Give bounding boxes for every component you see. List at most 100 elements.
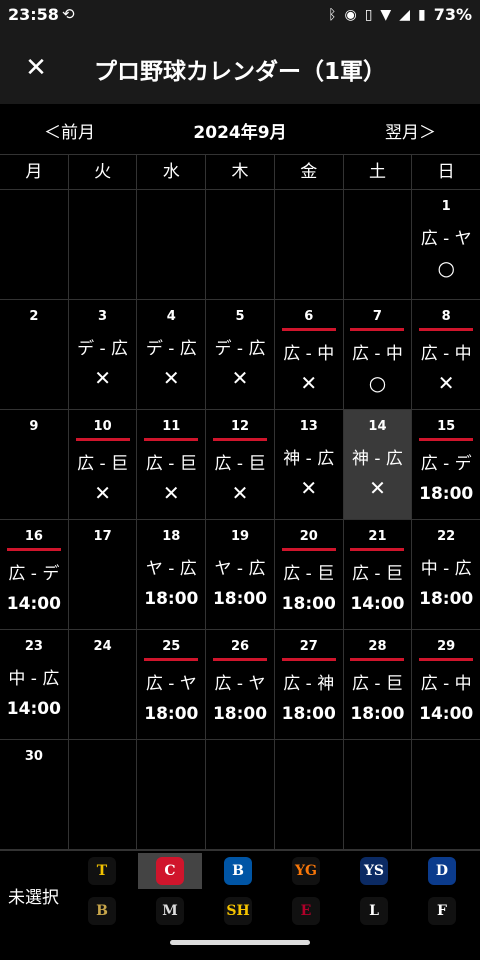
day-number: 23 xyxy=(24,639,43,654)
vibrate-icon: ▯ xyxy=(364,6,373,23)
game-time: 18:00 xyxy=(350,704,405,724)
day-cell[interactable]: 30 xyxy=(0,740,69,849)
game-time: 18:00 xyxy=(419,484,474,504)
battery-icon: ▮ xyxy=(417,6,426,23)
day-number: 18 xyxy=(162,529,181,544)
day-number: 6 xyxy=(281,308,336,331)
empty-cell xyxy=(344,190,413,299)
day-cell[interactable]: 26 広 - ヤ 18:00 xyxy=(206,630,275,739)
empty-cell xyxy=(412,740,480,849)
dragons-logo[interactable]: D xyxy=(410,853,474,889)
carp-logo-badge: C xyxy=(156,857,184,885)
day-cell[interactable]: 2 xyxy=(0,300,69,409)
status-time: 23:58 xyxy=(8,5,59,24)
close-icon[interactable]: ✕ xyxy=(16,46,56,90)
loss-mark: ✕ xyxy=(369,476,386,500)
lions-logo[interactable]: L xyxy=(342,893,406,929)
eagles-logo[interactable]: E xyxy=(274,893,338,929)
game-matchup: 広 - 巨 xyxy=(351,674,403,694)
day-cell[interactable]: 11 広 - 巨 ✕ xyxy=(137,410,207,519)
calendar-grid: 月 火 水 木 金 土 日 1広 - ヤ ○ 2 3 デ - 広 ✕ 4 デ - 広 ✕ 5 デ -… xyxy=(0,154,480,850)
game-time: 18:00 xyxy=(144,589,199,609)
month-navigation: ＜前月 2024年9月 翌月＞ xyxy=(0,104,480,154)
day-number: 5 xyxy=(235,309,245,324)
game-matchup: 中 - 広 xyxy=(420,559,472,579)
day-number: 22 xyxy=(437,529,456,544)
day-cell[interactable]: 18 ヤ - 広 18:00 xyxy=(137,520,207,629)
carp-logo[interactable]: C xyxy=(138,853,202,889)
baystars-logo[interactable]: B xyxy=(206,853,270,889)
wifi-icon: ▼ xyxy=(380,6,392,23)
weekday-sun: 日 xyxy=(437,162,455,182)
unselected-option[interactable]: 未選択 xyxy=(8,883,59,908)
day-cell[interactable]: 23 中 - 広 14:00 xyxy=(0,630,69,739)
day-cell[interactable]: 4 デ - 広 ✕ xyxy=(137,300,207,409)
day-cell[interactable]: 21 広 - 巨 14:00 xyxy=(344,520,413,629)
day-number: 2 xyxy=(29,309,39,324)
day-cell[interactable]: 25 広 - ヤ 18:00 xyxy=(137,630,207,739)
game-time: 18:00 xyxy=(281,704,336,724)
day-cell[interactable]: 5 デ - 広 ✕ xyxy=(206,300,275,409)
hawks-logo[interactable]: SH xyxy=(206,893,270,929)
empty-cell xyxy=(275,740,344,849)
empty-cell xyxy=(344,740,413,849)
swallows-logo-badge: YS xyxy=(360,857,388,885)
day-cell[interactable]: 27 広 - 神 18:00 xyxy=(275,630,344,739)
loss-mark: ✕ xyxy=(437,371,455,395)
game-time: 14:00 xyxy=(6,699,61,719)
buffaloes-logo-badge: B xyxy=(88,897,116,925)
eagles-logo-badge: E xyxy=(292,897,320,925)
day-cell[interactable]: 20 広 - 巨 18:00 xyxy=(275,520,344,629)
day-cell[interactable]: 28 広 - 巨 18:00 xyxy=(344,630,413,739)
day-cell[interactable]: 15 広 - デ 18:00 xyxy=(412,410,480,519)
game-matchup: デ - 広 xyxy=(214,339,266,359)
day-number: 16 xyxy=(6,528,61,551)
day-cell[interactable]: 8 広 - 中 ✕ xyxy=(412,300,480,409)
day-cell[interactable]: 29 広 - 中 14:00 xyxy=(412,630,480,739)
day-number: 19 xyxy=(230,529,250,544)
day-cell[interactable]: 19 ヤ - 広 18:00 xyxy=(206,520,275,629)
day-cell[interactable]: 22 中 - 広 18:00 xyxy=(412,520,480,629)
location-icon: ◉ xyxy=(344,6,357,23)
marines-logo[interactable]: M xyxy=(138,893,202,929)
day-cell[interactable]: 3 デ - 広 ✕ xyxy=(69,300,138,409)
tigers-logo-badge: T xyxy=(88,857,116,885)
day-number: 25 xyxy=(144,638,199,661)
game-matchup: 神 - 広 xyxy=(351,449,403,469)
calendar-week: 9 10 広 - 巨 ✕ 11 広 - 巨 ✕ 12 広 - 巨 ✕ 13 神 - 広 ✕ 14 神 - 広… xyxy=(0,410,480,520)
day-cell[interactable]: 6 広 - 中 ✕ xyxy=(275,300,344,409)
game-matchup: 広 - デ xyxy=(420,454,472,474)
calendar-week: 23 中 - 広 14:00 24 25 広 - ヤ 18:00 26 広 - ヤ 18:00 27… xyxy=(0,630,480,740)
giants-logo[interactable]: YG xyxy=(274,853,338,889)
baystars-logo-badge: B xyxy=(224,857,252,885)
calendar-week: 16 広 - デ 14:00 17 18 ヤ - 広 18:00 19 ヤ - 広 18:00 20… xyxy=(0,520,480,630)
tigers-logo[interactable]: T xyxy=(70,853,134,889)
game-matchup: 神 - 広 xyxy=(283,449,335,469)
day-number: 15 xyxy=(419,418,474,441)
game-matchup: 中 - 広 xyxy=(8,669,60,689)
loss-mark: ✕ xyxy=(300,371,318,395)
day-cell[interactable]: 24 xyxy=(69,630,138,739)
day-cell[interactable]: 13 神 - 広 ✕ xyxy=(275,410,344,519)
day-cell[interactable]: 7 広 - 中 ○ xyxy=(344,300,413,409)
day-cell[interactable]: 9 xyxy=(0,410,69,519)
game-time: 18:00 xyxy=(144,704,199,724)
day-cell[interactable]: 16 広 - デ 14:00 xyxy=(0,520,69,629)
day-cell[interactable]: 12 広 - 巨 ✕ xyxy=(206,410,275,519)
buffaloes-logo[interactable]: B xyxy=(70,893,134,929)
calendar-weeks: 1広 - ヤ ○ 2 3 デ - 広 ✕ 4 デ - 広 ✕ 5 デ - 広 ✕ 6 広 - 中 ✕ 7 広 -… xyxy=(0,190,480,850)
home-indicator xyxy=(170,940,310,945)
next-month-button[interactable]: 翌月＞ xyxy=(385,118,436,143)
day-number: 9 xyxy=(29,419,39,434)
fighters-logo[interactable]: F xyxy=(410,893,474,929)
day-cell[interactable]: 14 神 - 広 ✕ xyxy=(343,410,413,519)
day-number: 21 xyxy=(350,528,405,551)
day-cell[interactable]: 1 広 - ヤ ○ xyxy=(412,190,480,299)
swallows-logo[interactable]: YS xyxy=(342,853,406,889)
day-cell[interactable]: 10 広 - 巨 ✕ xyxy=(69,410,138,519)
dragons-logo-badge: D xyxy=(428,857,456,885)
weekday-fri: 金 xyxy=(275,155,344,189)
day-cell[interactable]: 17 xyxy=(69,520,138,629)
day-number: 30 xyxy=(24,749,43,764)
game-matchup: 広 - デ xyxy=(8,564,60,584)
